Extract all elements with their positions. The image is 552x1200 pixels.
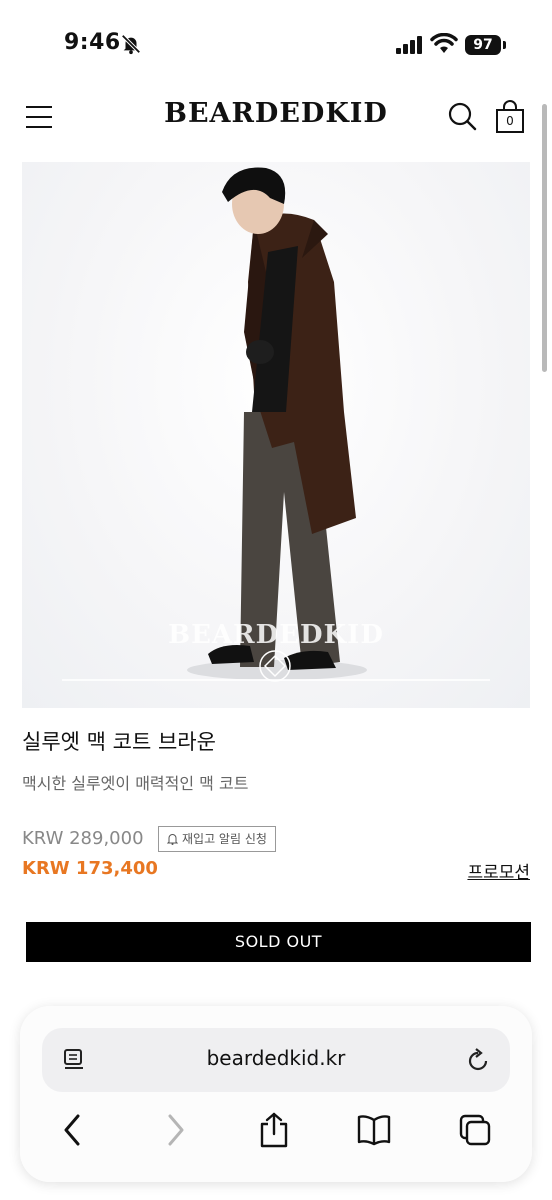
bell-icon xyxy=(167,834,178,845)
cart-count: 0 xyxy=(506,114,514,128)
cellular-signal-icon xyxy=(396,36,422,54)
bell-slash-icon xyxy=(121,34,141,55)
status-time: 9:46 xyxy=(64,30,121,55)
page-scrollbar[interactable] xyxy=(542,104,547,372)
hamburger-menu-icon[interactable] xyxy=(24,102,54,132)
wifi-icon xyxy=(430,33,458,53)
restock-alert-label: 재입고 알림 신청 xyxy=(182,832,267,846)
product-subtitle: 맥시한 실루엣이 매력적인 맥 코트 xyxy=(22,774,249,793)
share-icon[interactable] xyxy=(258,1112,290,1148)
original-price: KRW 289,000 xyxy=(22,828,144,849)
tabs-icon[interactable] xyxy=(458,1112,492,1148)
search-icon[interactable] xyxy=(446,100,478,132)
sale-price: KRW 173,400 xyxy=(22,858,158,879)
back-icon[interactable] xyxy=(60,1112,84,1148)
battery-tip xyxy=(503,41,506,49)
bookmarks-icon[interactable] xyxy=(356,1112,392,1148)
product-title: 실루엣 맥 코트 브라운 xyxy=(22,730,216,754)
image-watermark: BEARDEDKID xyxy=(168,620,384,650)
reload-icon[interactable] xyxy=(466,1047,490,1073)
forward-icon[interactable] xyxy=(164,1112,188,1148)
site-logo[interactable]: BEARDEDKID xyxy=(160,98,392,129)
restock-alert-button[interactable]: 재입고 알림 신청 xyxy=(158,826,276,852)
status-bar: 9:46 97 xyxy=(0,0,552,80)
battery-indicator: 97 xyxy=(465,35,501,55)
image-slider-indicator xyxy=(62,679,490,681)
promotion-link[interactable]: 프로모션 xyxy=(467,858,530,883)
sold-out-button[interactable]: SOLD OUT xyxy=(26,922,531,962)
product-image[interactable]: BEARDEDKID xyxy=(22,162,530,708)
url-text[interactable]: beardedkid.kr xyxy=(42,1046,510,1070)
